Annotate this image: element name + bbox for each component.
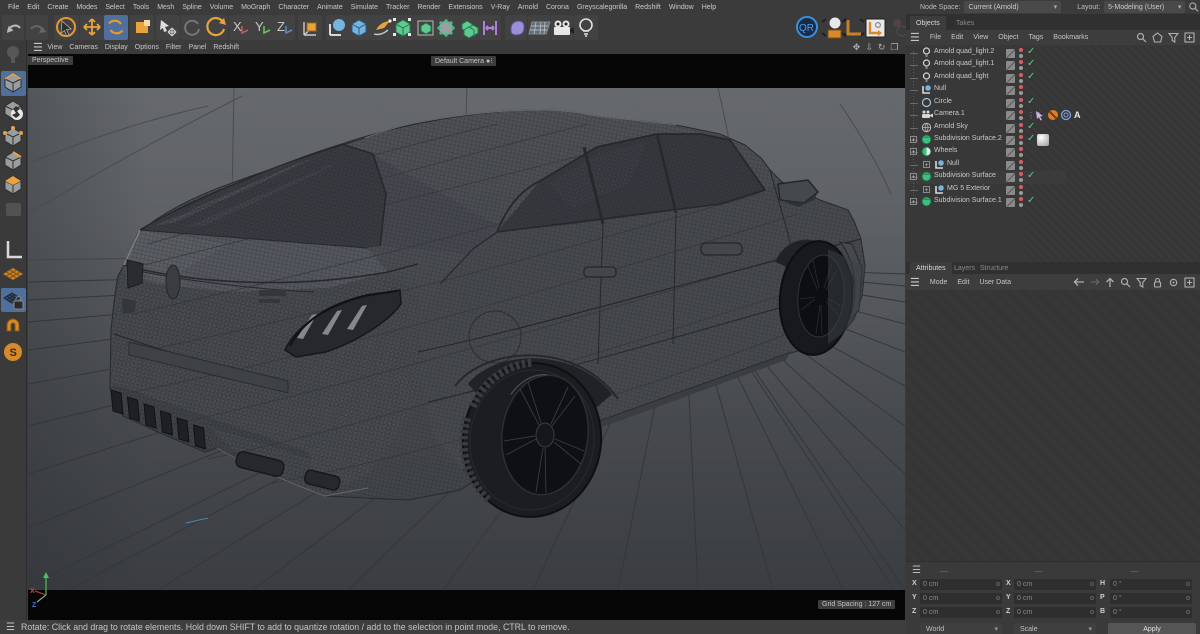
svg-text:Y: Y xyxy=(255,19,264,34)
svg-text:S: S xyxy=(10,347,17,359)
svg-text:Z: Z xyxy=(32,602,37,609)
svg-text:Z: Z xyxy=(277,19,285,34)
svg-text:X: X xyxy=(233,19,242,34)
svg-text:X: X xyxy=(30,588,35,595)
svg-text:QR: QR xyxy=(799,23,814,34)
